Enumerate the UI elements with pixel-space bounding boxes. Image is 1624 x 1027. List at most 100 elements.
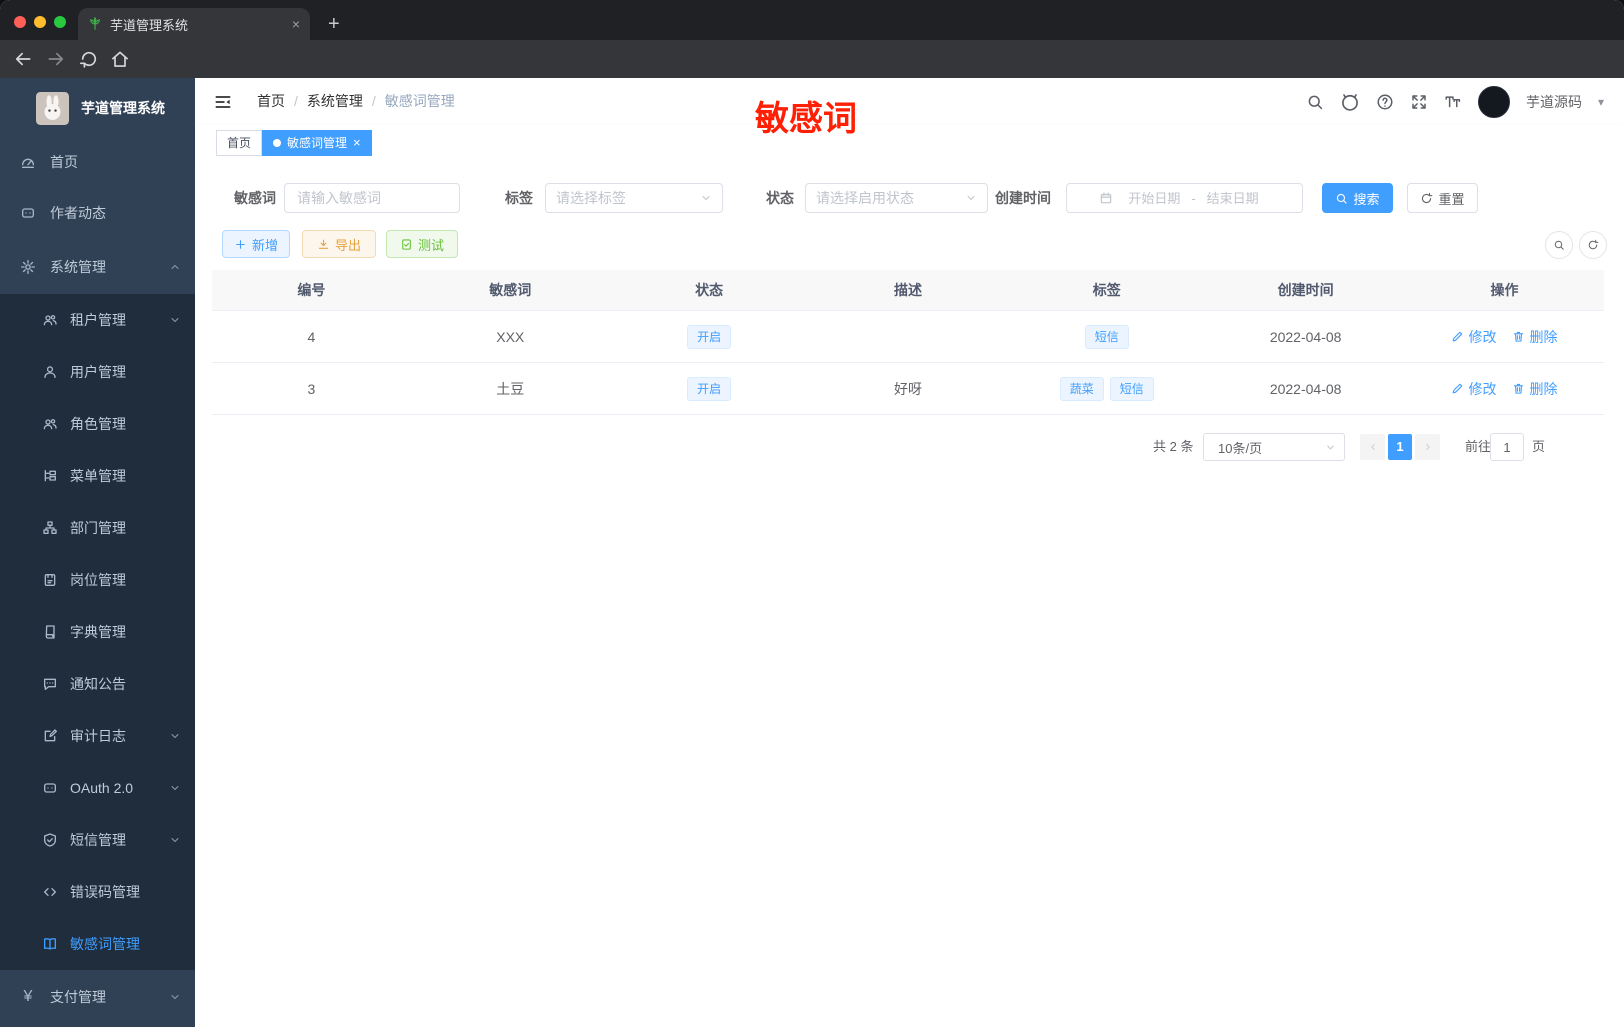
page-number-1[interactable]: 1 — [1388, 434, 1412, 460]
col-created: 创建时间 — [1277, 282, 1334, 298]
keyword-input-field[interactable] — [295, 189, 449, 207]
reload-icon[interactable] — [79, 49, 99, 69]
sidebar-item-sms[interactable]: 短信管理 — [0, 814, 195, 866]
tag-select[interactable]: 请选择标签 — [545, 183, 723, 213]
tag-filter-label: 标签 — [505, 190, 533, 206]
forward-icon[interactable] — [46, 49, 66, 69]
tag-view-sensitive-word[interactable]: 敏感词管理 × — [262, 130, 372, 156]
breadcrumb-system[interactable]: 系统管理 — [307, 93, 363, 109]
date-range-picker[interactable]: - — [1066, 183, 1303, 213]
toggle-search-button[interactable] — [1545, 231, 1573, 259]
keyword-input[interactable] — [284, 183, 460, 213]
sidebar-item-oauth[interactable]: OAuth 2.0 — [0, 762, 195, 814]
users-icon — [42, 312, 58, 328]
close-window-button[interactable] — [14, 16, 26, 28]
cell-tags: 短信 — [1007, 324, 1206, 349]
chevron-down-icon — [169, 314, 181, 326]
date-end-input[interactable] — [1195, 189, 1270, 207]
date-filter-label: 创建时间 — [995, 190, 1051, 206]
sidebar-item-label: 用户管理 — [70, 364, 126, 380]
new-tab-button[interactable]: + — [328, 10, 340, 38]
sidebar-item-post[interactable]: 岗位管理 — [0, 554, 195, 606]
tree-menu-icon — [42, 468, 58, 484]
sidebar-item-payment[interactable]: ¥ 支付管理 — [0, 970, 195, 1024]
status-badge: 开启 — [687, 376, 732, 401]
status-select[interactable]: 请选择启用状态 — [805, 183, 988, 213]
home-icon[interactable] — [110, 49, 130, 69]
sidebar: 芋道管理系统 首页 作者动态 系统管理 租户管理 用户管理 角色管理 菜单管理 … — [0, 78, 195, 1027]
sidebar-item-dict[interactable]: 字典管理 — [0, 606, 195, 658]
search-icon[interactable] — [1306, 93, 1324, 111]
sidebar-item-label: OAuth 2.0 — [70, 780, 134, 796]
sidebar-item-tenant[interactable]: 租户管理 — [0, 294, 195, 346]
plus-icon — [234, 238, 247, 251]
breadcrumb-home[interactable]: 首页 — [257, 93, 285, 109]
page-size-select[interactable]: 10条/页 — [1203, 433, 1345, 461]
refresh-icon — [1587, 239, 1599, 251]
date-start-input[interactable] — [1117, 189, 1192, 207]
browser-toolbar: 127.0.0.1 :1024/system/sensitive-word ☆ … — [0, 40, 1624, 113]
chevron-up-icon — [169, 261, 181, 273]
next-page-button[interactable] — [1415, 434, 1440, 460]
tag-views-bar: 首页 敏感词管理 × — [195, 125, 1624, 162]
sidebar-item-error-code[interactable]: 错误码管理 — [0, 866, 195, 918]
keyword-filter-label: 敏感词 — [234, 190, 276, 206]
col-desc: 描述 — [893, 282, 922, 298]
edit-link[interactable]: 修改 — [1451, 379, 1496, 399]
sidebar-item-author-news[interactable]: 作者动态 — [0, 186, 195, 240]
user-menu-caret-icon[interactable]: ▾ — [1598, 95, 1604, 109]
tag-close-icon[interactable]: × — [353, 131, 361, 155]
delete-link[interactable]: 删除 — [1512, 379, 1557, 399]
sidebar-item-label: 角色管理 — [70, 416, 126, 432]
cell-word: XXX — [496, 328, 525, 345]
table-header-row: 编号 敏感词 状态 描述 标签 创建时间 操作 — [212, 270, 1604, 311]
breadcrumb: 首页 / 系统管理 / 敏感词管理 — [257, 93, 455, 109]
sidebar-item-system-management[interactable]: 系统管理 — [0, 240, 195, 294]
browser-window: 芋道管理系统 × + 127.0.0.1 :1024/system/sensit… — [0, 0, 1624, 1027]
font-size-icon[interactable] — [1444, 93, 1462, 111]
sidebar-item-label: 首页 — [50, 154, 78, 170]
edit-log-icon — [42, 728, 58, 744]
active-dot — [273, 139, 281, 147]
edit-link[interactable]: 修改 — [1451, 327, 1496, 347]
user-avatar[interactable] — [1477, 85, 1510, 118]
minimize-window-button[interactable] — [34, 16, 46, 28]
delete-link[interactable]: 删除 — [1512, 327, 1557, 347]
refresh-table-button[interactable] — [1579, 231, 1607, 259]
sidebar-item-department[interactable]: 部门管理 — [0, 502, 195, 554]
sidebar-item-label: 部门管理 — [70, 520, 126, 536]
sidebar-item-user[interactable]: 用户管理 — [0, 346, 195, 398]
cell-id: 3 — [307, 380, 316, 397]
tag-view-label: 敏感词管理 — [287, 136, 348, 150]
breadcrumb-current: 敏感词管理 — [384, 93, 455, 109]
sidebar-item-role[interactable]: 角色管理 — [0, 398, 195, 450]
sidebar-item-sensitive-word[interactable]: 敏感词管理 — [0, 918, 195, 970]
browser-tab-strip: 芋道管理系统 × + — [0, 0, 1624, 40]
app-logo[interactable]: 芋道管理系统 — [0, 78, 195, 138]
chevron-down-icon — [1325, 442, 1336, 453]
browser-tab[interactable]: 芋道管理系统 × — [78, 8, 310, 40]
cell-ops: 修改 删除 — [1405, 327, 1604, 347]
tag-view-home[interactable]: 首页 — [216, 130, 263, 156]
zoom-window-button[interactable] — [54, 16, 66, 28]
search-button[interactable]: 搜索 — [1322, 183, 1393, 213]
tab-close-icon[interactable]: × — [292, 16, 300, 32]
github-icon[interactable] — [1340, 92, 1360, 112]
add-button[interactable]: 新增 — [222, 230, 290, 258]
username[interactable]: 芋道源码 — [1526, 92, 1582, 112]
reset-button[interactable]: 重置 — [1407, 183, 1478, 213]
help-icon[interactable] — [1376, 93, 1394, 111]
sidebar-item-home[interactable]: 首页 — [0, 138, 195, 186]
export-button[interactable]: 导出 — [302, 230, 376, 258]
test-button[interactable]: 测试 — [386, 230, 458, 258]
cell-ops: 修改 删除 — [1405, 379, 1604, 399]
prev-page-button[interactable] — [1360, 434, 1385, 460]
tag-select-placeholder: 请选择标签 — [556, 190, 626, 206]
sidebar-item-audit-log[interactable]: 审计日志 — [0, 710, 195, 762]
sidebar-toggle-hamburger-icon[interactable] — [213, 92, 233, 112]
fullscreen-icon[interactable] — [1410, 93, 1428, 111]
sidebar-item-notice[interactable]: 通知公告 — [0, 658, 195, 710]
goto-page-input[interactable] — [1490, 433, 1524, 461]
back-icon[interactable] — [13, 49, 33, 69]
sidebar-item-menu[interactable]: 菜单管理 — [0, 450, 195, 502]
